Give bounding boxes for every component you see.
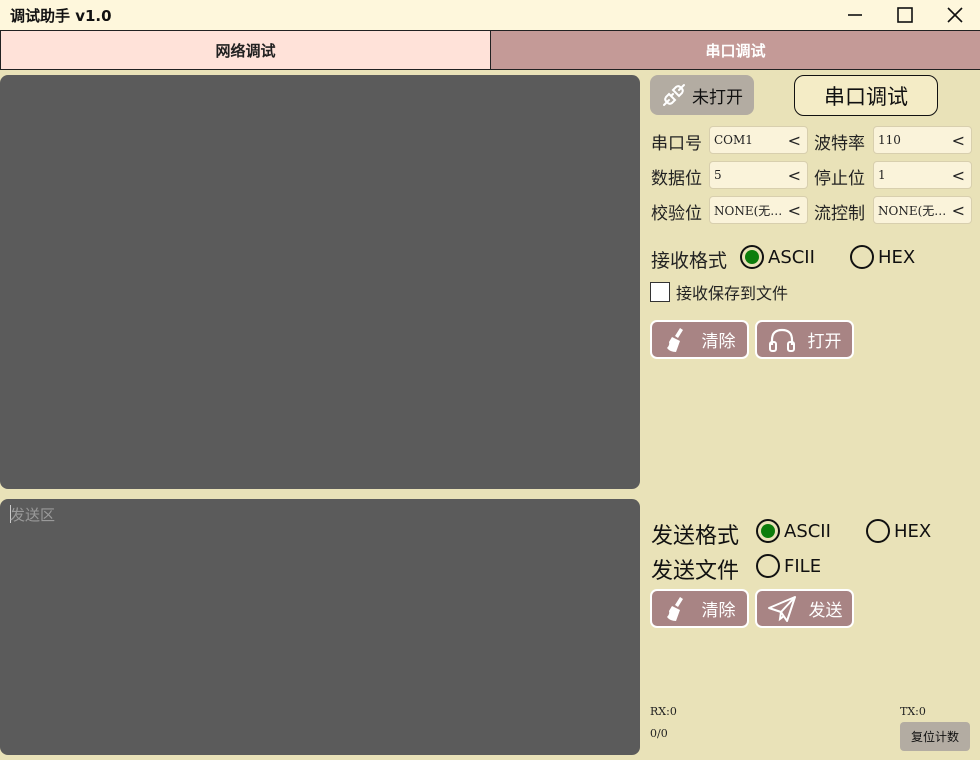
- dropdown-arrow-icon: <: [951, 201, 965, 220]
- tab-network-debug[interactable]: 网络调试: [0, 30, 491, 70]
- reset-counter-button[interactable]: 复位计数: [900, 722, 970, 751]
- send-ascii-radio[interactable]: ASCII: [756, 519, 831, 543]
- maximize-button[interactable]: [882, 0, 928, 30]
- radio-checked-icon: [756, 519, 780, 543]
- broom-icon: [666, 596, 683, 621]
- port-select[interactable]: COM1 <: [709, 126, 808, 154]
- plug-disconnected-icon: [663, 84, 685, 106]
- save-to-file-label: 接收保存到文件: [676, 284, 789, 303]
- send-format-label: 发送格式: [651, 524, 740, 549]
- receive-ascii-label: ASCII: [768, 246, 815, 268]
- stop-bits-select[interactable]: 1 <: [873, 161, 972, 189]
- tab-serial-debug[interactable]: 串口调试: [491, 30, 980, 70]
- stop-bits-label: 停止位: [814, 169, 865, 189]
- send-clear-button[interactable]: 清除: [650, 589, 749, 628]
- connection-status-label: 未打开: [692, 87, 743, 108]
- rx-counter: RX:0: [650, 705, 677, 718]
- radio-checked-icon: [740, 245, 764, 269]
- save-to-file-checkbox[interactable]: 接收保存到文件: [650, 280, 788, 304]
- headphones-icon: [768, 328, 795, 352]
- window-title: 调试助手 v1.0: [10, 7, 112, 25]
- baud-label: 波特率: [814, 134, 865, 154]
- send-ascii-label: ASCII: [784, 520, 831, 542]
- baud-select[interactable]: 110 <: [873, 126, 972, 154]
- flow-control-select[interactable]: NONE(无… <: [873, 196, 972, 224]
- broom-icon: [666, 327, 683, 352]
- send-file-option-label: FILE: [784, 555, 822, 577]
- send-hex-label: HEX: [894, 520, 932, 542]
- minimize-icon: [848, 14, 862, 16]
- send-file-label: 发送文件: [651, 559, 740, 584]
- send-label: 发送: [808, 601, 843, 621]
- send-file-radio[interactable]: FILE: [756, 554, 821, 578]
- connection-status-button[interactable]: 未打开: [650, 75, 754, 115]
- data-bits-label: 数据位: [651, 169, 702, 189]
- data-bits-value: 5: [714, 168, 722, 182]
- parity-value: NONE(无…: [714, 203, 783, 218]
- dropdown-arrow-icon: <: [787, 201, 801, 220]
- maximize-icon: [897, 7, 913, 23]
- parity-label: 校验位: [651, 204, 702, 224]
- close-button[interactable]: [932, 0, 978, 30]
- radio-unchecked-icon: [866, 519, 890, 543]
- send-placeholder: 发送区: [10, 506, 56, 524]
- receive-open-button[interactable]: 打开: [755, 320, 854, 359]
- tx-counter: TX:0: [900, 705, 926, 718]
- flow-control-value: NONE(无…: [878, 203, 947, 218]
- port-label: 串口号: [651, 134, 702, 154]
- send-button[interactable]: 发送: [755, 589, 854, 628]
- close-icon: [947, 7, 963, 23]
- dropdown-arrow-icon: <: [951, 166, 965, 185]
- receive-format-label: 接收格式: [651, 250, 728, 272]
- baud-value: 110: [878, 133, 901, 147]
- receive-clear-button[interactable]: 清除: [650, 320, 749, 359]
- radio-unchecked-icon: [850, 245, 874, 269]
- stop-bits-value: 1: [878, 168, 886, 182]
- data-bits-select[interactable]: 5 <: [709, 161, 808, 189]
- send-hex-radio[interactable]: HEX: [866, 519, 931, 543]
- send-textarea[interactable]: 发送区: [0, 499, 640, 755]
- serial-mode-button[interactable]: 串口调试: [794, 75, 938, 116]
- receive-textarea[interactable]: [0, 75, 640, 489]
- send-clear-label: 清除: [701, 601, 736, 621]
- receive-hex-radio[interactable]: HEX: [850, 245, 915, 269]
- receive-hex-label: HEX: [878, 246, 916, 268]
- dropdown-arrow-icon: <: [951, 131, 965, 150]
- parity-select[interactable]: NONE(无… <: [709, 196, 808, 224]
- checkbox-icon: [650, 282, 670, 302]
- paper-plane-icon: [767, 595, 796, 622]
- title-bar: 调试助手 v1.0: [0, 0, 980, 30]
- dropdown-arrow-icon: <: [787, 131, 801, 150]
- receive-ascii-radio[interactable]: ASCII: [740, 245, 815, 269]
- minimize-button[interactable]: [832, 0, 878, 30]
- flow-control-label: 流控制: [814, 204, 865, 224]
- dropdown-arrow-icon: <: [787, 166, 801, 185]
- progress-counter: 0/0: [650, 727, 668, 740]
- receive-clear-label: 清除: [701, 332, 736, 352]
- radio-unchecked-icon: [756, 554, 780, 578]
- receive-open-label: 打开: [807, 332, 842, 352]
- port-value: COM1: [714, 133, 753, 147]
